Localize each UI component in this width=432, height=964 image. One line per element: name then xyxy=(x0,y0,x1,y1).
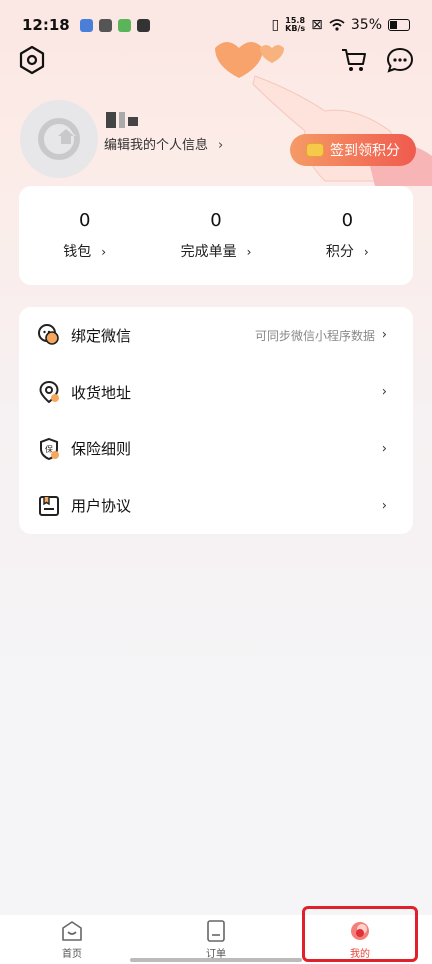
message-icon[interactable] xyxy=(386,46,414,74)
edit-profile-label: 编辑我的个人信息 xyxy=(104,138,209,153)
stat-value: 0 xyxy=(78,210,91,231)
avatar[interactable] xyxy=(20,100,98,178)
stat-completed-orders[interactable]: 0 完成单量 › xyxy=(150,186,281,285)
edit-profile-link[interactable]: 编辑我的个人信息 › xyxy=(104,134,223,153)
sim-icon: ⊠ xyxy=(311,17,323,33)
app-notification-icon xyxy=(98,18,112,32)
username-masked xyxy=(106,110,141,128)
stat-wallet[interactable]: 0 钱包 › xyxy=(19,186,150,285)
chevron-right-icon: › xyxy=(381,498,387,514)
status-time: 12:18 xyxy=(22,16,70,34)
chevron-right-icon: › xyxy=(218,138,224,153)
cart-icon[interactable] xyxy=(340,46,368,74)
chevron-right-icon: › xyxy=(381,327,387,343)
tab-profile[interactable]: 我的 xyxy=(288,906,432,964)
app-notification-icon xyxy=(136,18,150,32)
location-icon xyxy=(39,381,59,404)
order-icon xyxy=(207,920,225,942)
stats-card: 0 钱包 › 0 完成单量 › 0 积分 › xyxy=(19,186,413,285)
tab-home[interactable]: 首页 xyxy=(0,915,144,964)
status-bar: 12:18 ▯ 15.8 KB/s ⊠ 35% xyxy=(0,0,432,50)
vibrate-icon: ▯ xyxy=(271,17,280,33)
net-speed: 15.8 KB/s xyxy=(285,16,306,33)
app-notification-icon xyxy=(79,18,93,32)
checkin-button[interactable]: 签到领积分 xyxy=(290,134,416,166)
battery-icon xyxy=(388,19,410,31)
battery-percent: 35% xyxy=(350,17,382,33)
chevron-right-icon: › xyxy=(363,245,369,259)
menu-subtitle: 可同步微信小程序数据 xyxy=(254,328,375,343)
stat-label: 积分 xyxy=(325,244,354,260)
avatar-placeholder-icon xyxy=(38,118,80,160)
tab-orders[interactable]: 订单 xyxy=(144,915,288,964)
tab-label: 我的 xyxy=(350,949,370,960)
menu-item-address[interactable]: 收货地址 › xyxy=(19,364,413,421)
menu-card: 绑定微信 可同步微信小程序数据 › 收货地址 › 保 保险细则 › 用户协议 › xyxy=(19,307,413,534)
menu-item-insurance[interactable]: 保 保险细则 › xyxy=(19,421,413,478)
home-icon xyxy=(62,921,82,941)
tab-label: 首页 xyxy=(62,949,82,960)
profile-header: 编辑我的个人信息 › 签到领积分 xyxy=(20,100,420,190)
checkin-label: 签到领积分 xyxy=(330,143,400,159)
svg-text:保: 保 xyxy=(45,444,53,454)
chevron-right-icon: › xyxy=(381,384,387,400)
insurance-icon: 保 xyxy=(40,437,59,460)
chevron-right-icon: › xyxy=(381,441,387,457)
stat-points[interactable]: 0 积分 › xyxy=(282,186,413,285)
status-notification-icons xyxy=(79,18,150,32)
wifi-icon xyxy=(329,19,345,31)
home-indicator[interactable] xyxy=(130,958,302,962)
stat-value: 0 xyxy=(210,210,222,231)
stat-value: 0 xyxy=(341,210,354,231)
settings-icon[interactable] xyxy=(16,44,48,76)
menu-label: 绑定微信 xyxy=(71,326,132,345)
stat-label: 钱包 xyxy=(63,244,92,260)
profile-icon xyxy=(351,922,369,940)
chevron-right-icon: › xyxy=(246,245,252,259)
menu-label: 收货地址 xyxy=(71,383,132,402)
menu-item-bind-wechat[interactable]: 绑定微信 可同步微信小程序数据 › xyxy=(19,307,413,364)
menu-item-user-agreement[interactable]: 用户协议 › xyxy=(19,477,413,534)
wechat-icon xyxy=(38,324,59,346)
menu-label: 用户协议 xyxy=(71,497,132,516)
stat-label: 完成单量 xyxy=(180,244,237,260)
menu-label: 保险细则 xyxy=(71,440,132,459)
coin-icon xyxy=(306,143,324,157)
bottom-tab-bar: 首页 订单 我的 xyxy=(0,906,432,964)
chevron-right-icon: › xyxy=(101,245,107,259)
app-notification-icon xyxy=(117,18,131,32)
agreement-icon xyxy=(39,495,59,516)
